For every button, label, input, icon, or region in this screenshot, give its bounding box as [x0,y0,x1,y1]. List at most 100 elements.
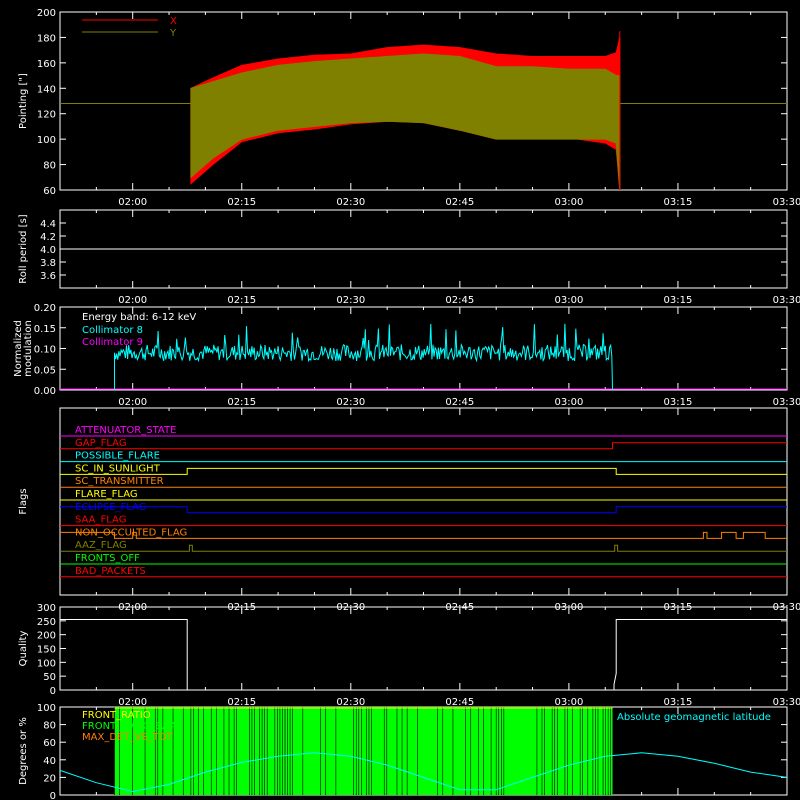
y-tick-label: 100 [37,658,56,669]
x-tick-label: 03:00 [554,697,583,708]
y-tick-label: 20 [43,773,56,784]
y-tick-label: 120 [37,110,56,121]
x-tick-label: 02:15 [227,697,256,708]
x-tick-label: 02:45 [445,697,474,708]
y-axis-label: Degrees or % [18,717,29,785]
flag-line [60,442,787,450]
legend-label: Collimator 9 [82,337,143,348]
x-tick-label: 02:15 [227,397,256,408]
y-tick-label: 140 [37,84,56,95]
y-tick-label: 180 [37,33,56,44]
x-tick-label: 02:45 [445,197,474,208]
y-tick-label: 0 [50,791,56,800]
y-tick-label: 200 [37,8,56,19]
legend-label: X [170,16,177,27]
y-axis-label: Roll period [s] [18,214,29,283]
quicklook-figure: 02:00 02:15 02:30 02:45 03:00 03:15 03:30 60 80 1… [13,8,800,800]
y-axis-label: Flags [18,488,29,514]
x-tick-label: 02:15 [227,197,256,208]
collimator-8-line [114,323,614,391]
flag-label: SAA_FLAG [75,515,126,526]
panel-6: 0 20 40 60 80 100 Degrees or % FRONT_RATIOFRONT… [18,703,788,800]
y-tick-label: 150 [37,645,56,656]
y-tick-label: 50 [43,672,56,683]
y-tick-label: 80 [43,721,56,732]
x-tick-label: 02:30 [336,197,365,208]
y-tick-label: 160 [37,59,56,70]
y-tick-label: 0.10 [34,345,56,356]
x-tick-label: 03:00 [554,397,583,408]
y-tick-label: 60 [43,186,56,197]
pointing-envelope-y [190,53,621,191]
legend-label: MAX_DET_VS_TOT [82,732,174,743]
y-tick-label: 4.0 [40,245,56,256]
quality-line [60,619,787,691]
x-tick-label: 02:45 [445,397,474,408]
x-tick-label: 03:00 [554,197,583,208]
y-tick-label: 100 [37,135,56,146]
legend-label: Y [169,28,177,39]
y-axis-label: Quality [18,631,29,667]
legend-label: FRONT_RATIO [82,710,151,721]
x-tick-label: 03:15 [664,397,693,408]
x-tick-label: 03:30 [773,197,800,208]
panel-5: 02:00 02:15 02:30 02:45 03:00 03:15 03:30 0 50 10… [18,603,800,708]
y-tick-label: 0.05 [34,365,56,376]
flag-label: GAP_FLAG [75,438,127,449]
x-tick-label: 02:30 [336,295,365,306]
x-tick-label: 02:30 [336,697,365,708]
panel-1: 02:00 02:15 02:30 02:45 03:00 03:15 03:30 60 80 1… [18,8,800,208]
x-tick-label: 03:15 [664,697,693,708]
flag-label: SC_IN_SUNLIGHT [75,463,161,474]
y-tick-label: 4.4 [40,219,56,230]
y-tick-label: 0.00 [34,386,56,397]
x-tick-label: 02:00 [118,397,147,408]
y-tick-label: 200 [37,631,56,642]
y-axis-label: modulation [23,320,34,377]
flag-label: ATTENUATOR_STATE [75,425,176,436]
y-tick-label: 0.15 [34,324,56,335]
x-tick-label: 02:00 [118,197,147,208]
energy-band-label: Energy band: 6-12 keV [82,312,196,323]
legend-label: Collimator 8 [82,325,143,336]
flag-label: ECLIPSE_FLAG [75,502,146,513]
x-tick-label: 02:00 [118,295,147,306]
flag-line [60,506,787,514]
y-tick-label: 80 [43,161,56,172]
x-tick-label: 02:15 [227,295,256,306]
legend-label: FRONT_RATIO_SAA [82,721,176,732]
flag-label: BAD_PACKETS [75,566,146,577]
x-tick-label: 03:30 [773,397,800,408]
x-tick-label: 02:45 [445,295,474,306]
y-tick-label: 3.8 [40,258,56,269]
y-tick-label: 3.6 [40,271,56,282]
y-axis-label: Pointing ["] [18,73,29,129]
flag-label: FLARE_FLAG [75,489,138,500]
y-tick-label: 40 [43,756,56,767]
y-tick-label: 300 [37,603,56,614]
x-tick-label: 02:30 [336,397,365,408]
y-tick-label: 0 [50,686,56,697]
x-tick-label: 03:30 [773,295,800,306]
flag-label: NON_OCCULTED_FLAG [75,527,187,538]
panel-2: 02:00 02:15 02:30 02:45 03:00 03:15 03:30 3.6 3.… [18,209,800,306]
y-tick-label: 60 [43,738,56,749]
y-tick-label: 250 [37,617,56,628]
flag-line [60,544,787,552]
front-ratio-saa-fill [114,707,613,795]
flag-label: FRONTS_OFF [75,553,140,564]
x-tick-label: 03:15 [664,295,693,306]
flag-label: POSSIBLE_FLARE [75,451,160,462]
y-tick-label: 4.2 [40,232,56,243]
latitude-annotation: Absolute geomagnetic latitude [617,712,771,723]
panel-4: 02:00 02:15 02:30 02:45 03:00 03:15 03:30Flags… [18,407,800,613]
y-tick-label: 100 [37,703,56,714]
x-tick-label: 03:30 [773,697,800,708]
x-tick-label: 03:15 [664,197,693,208]
x-tick-label: 02:00 [118,697,147,708]
flag-label: SC_TRANSMITTER [75,476,164,487]
flag-line [60,467,787,475]
y-tick-label: 0.20 [34,303,56,314]
x-tick-label: 03:00 [554,295,583,306]
panel-3: 02:00 02:15 02:30 02:45 03:00 03:15 03:30 0.00 0… [13,303,800,408]
